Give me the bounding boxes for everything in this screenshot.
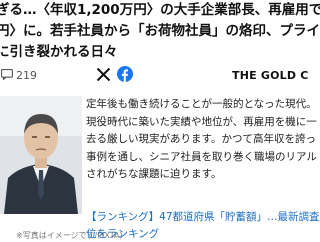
facebook-icon[interactable] xyxy=(117,66,133,82)
summary-line: 去る厳しい現実があります。かつて高年収を誇っ xyxy=(86,133,316,146)
summary-line: されがちな課題に迫ります。 xyxy=(86,168,222,181)
summary-line: 事例を通し、シニア社員を取り巻く職場のリアル xyxy=(86,150,317,163)
source-logo[interactable]: THE GOLD C xyxy=(232,69,308,82)
x-twitter-icon[interactable] xyxy=(96,67,111,82)
related-ranking-link[interactable]: 【ランキング】47都道府県「貯蓄額」…最新調査 位をランキング xyxy=(86,209,320,242)
related-link-line[interactable]: 位をランキング xyxy=(86,226,320,242)
article-photo xyxy=(0,96,82,214)
article-meta-row: 219 THE GOLD C xyxy=(0,64,320,88)
comment-icon[interactable] xyxy=(1,69,13,80)
headline-line: ぎる…〈年収1,200万円〉の大手企業部長、再雇用で xyxy=(0,2,320,18)
related-link-line[interactable]: 【ランキング】47都道府県「貯蓄額」…最新調査 xyxy=(86,209,320,226)
comment-count[interactable]: 219 xyxy=(16,69,37,82)
article-headline: ぎる…〈年収1,200万円〉の大手企業部長、再雇用で 円〉に。若手社員から「お荷… xyxy=(0,0,320,72)
headline-line: に引き裂かれる日々 xyxy=(0,44,118,60)
summary-line: 定年後も働き続けることが一般的となった現代。 xyxy=(86,98,317,110)
headline-line: 円〉に。若手社員から「お荷物社員」の烙印、プライド xyxy=(0,23,320,39)
summary-line: 現役時代に築いた実績や地位が、再雇用を機に一 xyxy=(86,115,317,128)
article-summary: 定年後も働き続けることが一般的となった現代。 現役時代に築いた実績や地位が、再雇… xyxy=(86,96,320,184)
